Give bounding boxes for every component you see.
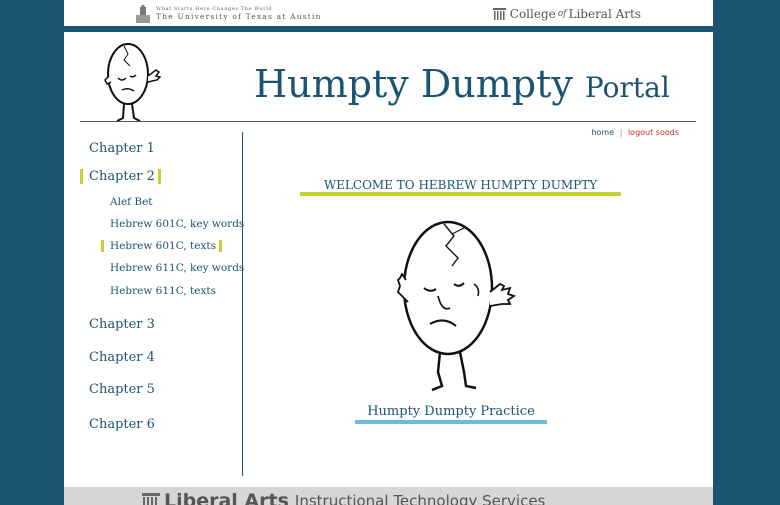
sidebar-subitem-611c-texts[interactable]: Hebrew 611C, texts [110,285,216,297]
university-bar: What Starts Here Changes The World The U… [64,0,713,32]
utility-links: home | logout soods [591,128,679,137]
sidebar-subitem-611c-key-words[interactable]: Hebrew 611C, key words [110,262,244,274]
util-separator: | [619,128,623,137]
sidebar-nav: Chapter 1 Chapter 2 Alef Bet Hebrew 601C… [80,132,244,476]
home-link[interactable]: home [591,128,614,137]
sidebar-item-chapter-6[interactable]: Chapter 6 [89,417,155,432]
footer-service: Instructional Technology Services [294,492,546,505]
welcome-heading: WELCOME TO HEBREW HUMPTY DUMPTY [323,178,598,192]
practice-link[interactable]: Humpty Dumpty Practice [354,404,548,419]
main-panel: Humpty Dumpty Portal home | logout soods… [64,32,713,487]
ut-logo[interactable]: What Starts Here Changes The World The U… [136,5,322,23]
sidebar-subitem-601c-key-words[interactable]: Hebrew 601C, key words [110,218,244,230]
columns-icon [492,8,506,20]
college-of: of [557,9,567,19]
footer-brand: Liberal Arts [164,490,289,505]
sidebar-item-chapter-1[interactable]: Chapter 1 [89,141,155,156]
sidebar-item-chapter-3[interactable]: Chapter 3 [89,317,155,332]
welcome-underline [300,192,621,196]
footer-bar: Liberal Arts Instructional Technology Se… [64,487,713,505]
college-part2: Liberal Arts [568,7,641,21]
ut-tower-icon [136,5,150,23]
logout-link[interactable]: logout soods [628,128,679,137]
sidebar-item-chapter-5[interactable]: Chapter 5 [89,382,155,397]
sidebar-subitem-601c-texts[interactable]: Hebrew 601C, texts [101,240,222,252]
site-title-sub: Portal [584,71,670,104]
columns-icon [142,493,160,505]
college-part1: College [509,7,556,21]
college-logo[interactable]: College of Liberal Arts [492,7,641,21]
sidebar-subitem-alef-bet[interactable]: Alef Bet [110,196,153,208]
humpty-dumpty-illustration-icon[interactable] [394,206,522,394]
site-title: Humpty Dumpty Portal [254,62,670,106]
ut-name: The University of Texas at Austin [156,12,322,21]
sidebar-item-chapter-4[interactable]: Chapter 4 [89,350,155,365]
sidebar-item-chapter-2[interactable]: Chapter 2 [80,169,161,184]
header-divider [80,121,696,122]
site-title-main: Humpty Dumpty [254,62,573,106]
practice-underline [355,420,547,424]
humpty-dumpty-logo-icon [104,43,162,122]
